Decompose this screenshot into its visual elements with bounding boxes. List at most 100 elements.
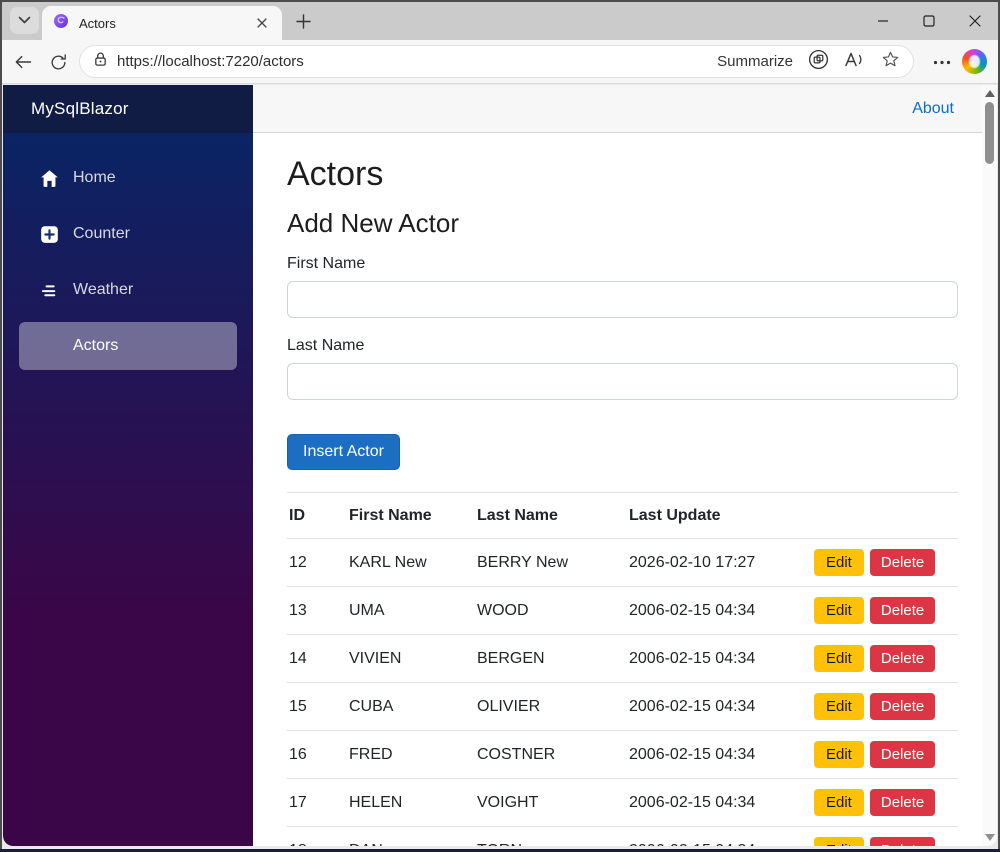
sidebar-item-counter[interactable]: Counter bbox=[19, 210, 237, 258]
refresh-button[interactable] bbox=[47, 51, 69, 73]
header-id: ID bbox=[287, 492, 347, 539]
delete-button[interactable]: Delete bbox=[869, 741, 936, 768]
delete-button[interactable]: Delete bbox=[869, 837, 936, 846]
favorites-star-icon[interactable] bbox=[881, 50, 900, 74]
chevron-down-icon bbox=[18, 12, 31, 30]
app-viewport: MySqlBlazor Home Counter Weather Actors … bbox=[3, 85, 997, 846]
sidebar-item-label: Home bbox=[73, 169, 116, 186]
main-area: About Actors Add New Actor First Name La… bbox=[253, 85, 982, 846]
scrollbar-up-icon[interactable] bbox=[985, 90, 995, 97]
maximize-button[interactable] bbox=[906, 2, 952, 40]
blank-icon bbox=[39, 336, 59, 356]
cell-actions: EditDelete bbox=[812, 538, 958, 587]
address-field[interactable]: https://localhost:7220/actors Summarize bbox=[79, 45, 914, 78]
minimize-button[interactable] bbox=[860, 2, 906, 40]
first-name-input[interactable] bbox=[287, 281, 958, 318]
first-name-label: First Name bbox=[287, 255, 366, 272]
tab-close-icon[interactable] bbox=[252, 13, 272, 33]
last-name-label: Last Name bbox=[287, 337, 365, 354]
summarize-label[interactable]: Summarize bbox=[717, 53, 793, 70]
insert-actor-button[interactable]: Insert Actor bbox=[287, 434, 400, 470]
sidebar-item-weather[interactable]: Weather bbox=[19, 266, 237, 314]
page-content: Actors Add New Actor First Name Last Nam… bbox=[253, 133, 982, 846]
delete-button[interactable]: Delete bbox=[869, 645, 936, 672]
last-name-input[interactable] bbox=[287, 363, 958, 400]
about-link[interactable]: About bbox=[912, 100, 954, 118]
cell-last-update: 2026-02-10 17:27 bbox=[627, 538, 812, 587]
cell-id: 16 bbox=[287, 730, 347, 779]
close-window-button[interactable] bbox=[952, 2, 998, 40]
cell-last-name: TORN bbox=[475, 826, 627, 846]
edit-button[interactable]: Edit bbox=[814, 597, 864, 624]
read-aloud-icon[interactable] bbox=[844, 51, 866, 73]
cell-last-update: 2006-02-15 04:34 bbox=[627, 730, 812, 779]
new-tab-button[interactable] bbox=[292, 10, 314, 32]
sidebar-item-home[interactable]: Home bbox=[19, 154, 237, 202]
scrollbar-thumb[interactable] bbox=[985, 102, 994, 164]
url-bar: https://localhost:7220/actors Summarize bbox=[0, 40, 1000, 84]
cell-last-update: 2006-02-15 04:34 bbox=[627, 778, 812, 827]
tab-strip: Actors bbox=[0, 0, 1000, 40]
cell-first-name: KARL New bbox=[347, 538, 475, 587]
copilot-icon[interactable] bbox=[962, 49, 987, 74]
sidebar: MySqlBlazor Home Counter Weather Actors bbox=[3, 85, 253, 846]
summarize-copilot-icon[interactable] bbox=[808, 49, 829, 75]
cell-first-name: DAN bbox=[347, 826, 475, 846]
url-text: https://localhost:7220/actors bbox=[117, 53, 304, 70]
cell-actions: EditDelete bbox=[812, 730, 958, 779]
cell-last-name: COSTNER bbox=[475, 730, 627, 779]
list-icon bbox=[39, 280, 59, 300]
top-row: About bbox=[253, 85, 982, 133]
sidebar-item-label: Actors bbox=[73, 337, 119, 354]
cell-last-name: BERRY New bbox=[475, 538, 627, 587]
sidebar-item-label: Counter bbox=[73, 225, 130, 242]
table-row: 15 CUBA OLIVIER 2006-02-15 04:34 Edit Delete bbox=[287, 682, 958, 731]
cell-last-name: WOOD bbox=[475, 586, 627, 635]
delete-button[interactable]: Delete bbox=[869, 789, 936, 816]
page-title: Actors bbox=[287, 155, 384, 193]
edit-button[interactable]: Edit bbox=[814, 549, 864, 576]
table-row: 16 FRED COSTNER 2006-02-15 04:34 Edit Delete bbox=[287, 730, 958, 779]
delete-button[interactable]: Delete bbox=[869, 597, 936, 624]
table-header-row: ID First Name Last Name Last Update bbox=[287, 492, 958, 539]
browser-menu-icon[interactable] bbox=[930, 51, 954, 73]
browser-tab-actors[interactable]: Actors bbox=[42, 6, 282, 40]
table-row: 12 KARL New BERRY New 2026-02-10 17:27 Edit D… bbox=[287, 538, 958, 587]
table-row: 17 HELEN VOIGHT 2006-02-15 04:34 Edit Delete bbox=[287, 778, 958, 827]
table-row: 14 VIVIEN BERGEN 2006-02-15 04:34 Edit Delete bbox=[287, 634, 958, 683]
cell-actions: EditDelete bbox=[812, 634, 958, 683]
cell-id: 13 bbox=[287, 586, 347, 635]
scrollbar-down-icon[interactable] bbox=[985, 834, 995, 841]
sidebar-item-actors[interactable]: Actors bbox=[19, 322, 237, 370]
cell-id: 12 bbox=[287, 538, 347, 587]
edit-button[interactable]: Edit bbox=[814, 789, 864, 816]
edit-button[interactable]: Edit bbox=[814, 693, 864, 720]
tab-search-button[interactable] bbox=[10, 7, 39, 34]
cell-id: 15 bbox=[287, 682, 347, 731]
plus-square-icon bbox=[39, 224, 59, 244]
cell-first-name: HELEN bbox=[347, 778, 475, 827]
cell-last-name: OLIVIER bbox=[475, 682, 627, 731]
cell-id: 14 bbox=[287, 634, 347, 683]
cell-last-update: 2006-02-15 04:34 bbox=[627, 682, 812, 731]
cell-actions: EditDelete bbox=[812, 682, 958, 731]
edit-button[interactable]: Edit bbox=[814, 837, 864, 846]
delete-button[interactable]: Delete bbox=[869, 549, 936, 576]
back-button[interactable] bbox=[12, 51, 34, 73]
table-row: 13 UMA WOOD 2006-02-15 04:34 Edit Delete bbox=[287, 586, 958, 635]
lock-icon bbox=[93, 51, 108, 72]
actors-table-body: 12 KARL New BERRY New 2026-02-10 17:27 Edit D… bbox=[287, 538, 958, 846]
header-actions bbox=[812, 492, 958, 539]
edit-button[interactable]: Edit bbox=[814, 645, 864, 672]
sidebar-nav: Home Counter Weather Actors bbox=[3, 133, 253, 370]
table-row: 18DANTORN2006-02-15 04:34Edit Delete bbox=[287, 826, 958, 846]
vertical-scrollbar[interactable] bbox=[982, 85, 997, 846]
cell-last-name: BERGEN bbox=[475, 634, 627, 683]
cell-actions: EditDelete bbox=[812, 778, 958, 827]
browser-window: Actors https://localhost:7220/actors Sum… bbox=[0, 0, 1000, 852]
blazor-favicon-icon bbox=[53, 13, 69, 34]
app-brand[interactable]: MySqlBlazor bbox=[3, 85, 253, 133]
delete-button[interactable]: Delete bbox=[869, 693, 936, 720]
cell-last-update: 2006-02-15 04:34 bbox=[627, 634, 812, 683]
edit-button[interactable]: Edit bbox=[814, 741, 864, 768]
